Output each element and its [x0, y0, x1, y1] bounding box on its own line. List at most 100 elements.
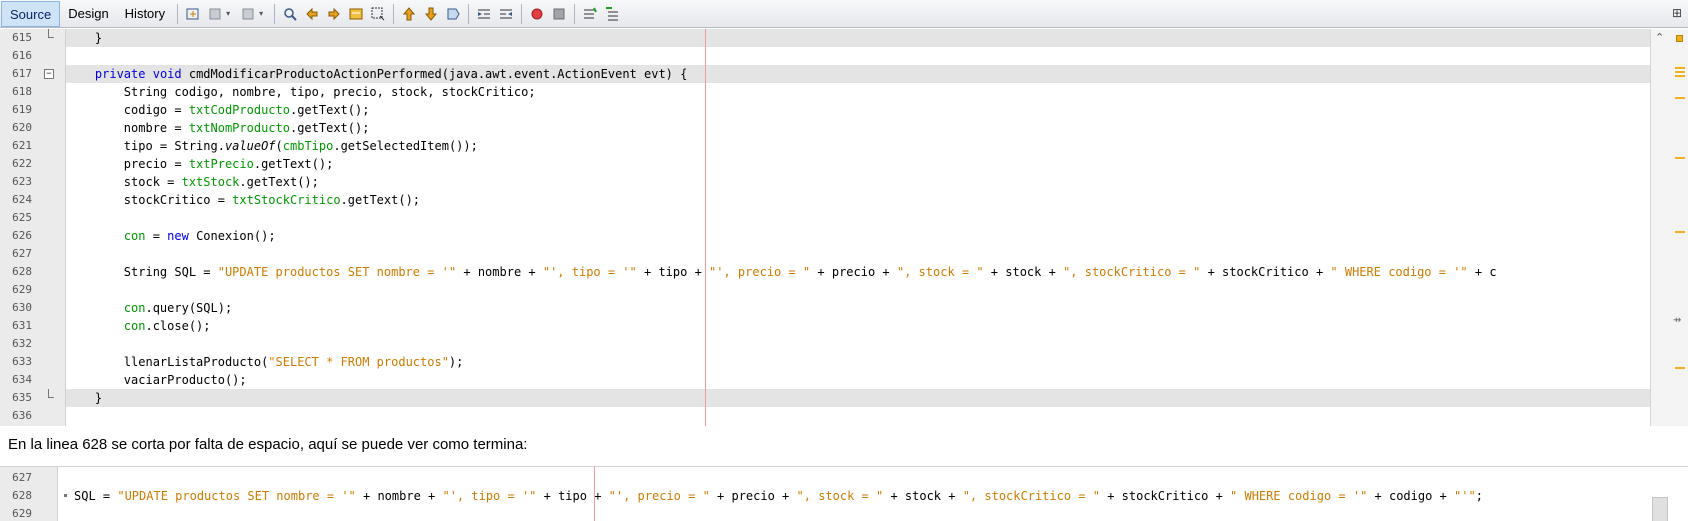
line-number: 628	[12, 489, 32, 502]
line-number: 618	[12, 85, 32, 98]
tab-history[interactable]: History	[117, 1, 173, 27]
code-text: String codigo, nombre, tipo, precio, sto…	[66, 85, 536, 99]
line-number: 633	[12, 355, 32, 368]
shift-right-icon[interactable]	[497, 5, 515, 23]
warning-marker[interactable]	[1675, 75, 1685, 77]
toggle-highlight-icon[interactable]	[347, 5, 365, 23]
code-line[interactable]: 627	[0, 469, 1688, 487]
code-line[interactable]: 623 stock = txtStock.getText();	[0, 173, 1688, 191]
warning-marker[interactable]	[1675, 157, 1685, 159]
current-line-highlight	[66, 389, 1650, 407]
code-text: private void cmdModificarProductoActionP…	[94, 67, 688, 81]
find-previous-icon[interactable]	[303, 5, 321, 23]
scroll-up-icon[interactable]: ⌃	[1655, 31, 1664, 44]
maximize-window-icon[interactable]: ⊞	[1672, 6, 1682, 20]
line-number: 617	[12, 67, 32, 80]
back-icon[interactable]	[206, 5, 224, 23]
code-text: nombre = txtNomProducto.getText();	[66, 121, 370, 135]
tab-source[interactable]: Source	[1, 0, 61, 27]
find-next-icon[interactable]	[325, 5, 343, 23]
code-text: stockCritico = txtStockCritico.getText()…	[66, 193, 421, 207]
code-line[interactable]: 627	[0, 245, 1688, 263]
warning-marker[interactable]	[1675, 97, 1685, 99]
line-number: 630	[12, 301, 32, 314]
toggle-bookmark-icon[interactable]	[444, 5, 462, 23]
code-text: con.close();	[123, 319, 211, 333]
warning-marker[interactable]	[1675, 71, 1685, 73]
code-text: con.query(SQL);	[123, 301, 233, 315]
code-line[interactable]: 619 codigo = txtCodProducto.getText();	[0, 101, 1688, 119]
code-line[interactable]: 631 con.close();	[0, 317, 1688, 335]
code-editor[interactable]: 615 } 616 617 − private void cmdModificarPr…	[0, 29, 1688, 426]
uncomment-icon[interactable]	[603, 5, 621, 23]
code-text: tipo = String.valueOf(cmbTipo.getSelecte…	[66, 139, 478, 153]
code-line[interactable]: 622 precio = txtPrecio.getText();	[0, 155, 1688, 173]
line-number: 635	[12, 391, 32, 404]
start-macro-icon[interactable]	[528, 5, 546, 23]
shift-left-icon[interactable]	[475, 5, 493, 23]
fold-collapse-icon[interactable]: −	[44, 69, 54, 79]
toolbar-separator	[521, 3, 523, 24]
code-line[interactable]: 615 }	[0, 29, 1688, 47]
code-text: }	[66, 391, 103, 405]
code-text: String SQL = "UPDATE productos SET nombr…	[66, 265, 1497, 279]
code-line[interactable]: 629	[0, 281, 1688, 299]
code-line[interactable]: 616	[0, 47, 1688, 65]
code-line[interactable]: 629	[0, 505, 1688, 521]
code-line[interactable]: 630 con.query(SQL);	[0, 299, 1688, 317]
warning-marker[interactable]	[1675, 67, 1685, 69]
warning-marker[interactable]	[1675, 367, 1685, 369]
line-number: 631	[12, 319, 32, 332]
last-edit-icon[interactable]	[184, 5, 202, 23]
editor-toolbar: Source Design History ▾ ▾ ⊞	[0, 0, 1688, 28]
scrollbar-thumb[interactable]	[1652, 497, 1668, 521]
code-line[interactable]: 625	[0, 209, 1688, 227]
next-bookmark-icon[interactable]	[422, 5, 440, 23]
line-number: 636	[12, 409, 32, 422]
code-editor-snippet[interactable]: 627 628 SQL = "UPDATE productos SET nombre…	[0, 466, 1688, 521]
code-text: con = new Conexion();	[123, 229, 276, 243]
code-line[interactable]: 624 stockCritico = txtStockCritico.getTe…	[0, 191, 1688, 209]
code-line[interactable]: 618 String codigo, nombre, tipo, precio,…	[0, 83, 1688, 101]
code-line[interactable]: 628 SQL = "UPDATE productos SET nombre = …	[0, 487, 1688, 505]
code-line[interactable]: 634 vaciarProducto();	[0, 371, 1688, 389]
code-line[interactable]: 617 − private void cmdModificarProductoAc…	[0, 65, 1688, 83]
error-stripe[interactable]: ⌃ ⇸	[1650, 29, 1688, 426]
line-number: 621	[12, 139, 32, 152]
tab-design[interactable]: Design	[60, 1, 116, 27]
line-number: 626	[12, 229, 32, 242]
code-line[interactable]: 635 }	[0, 389, 1688, 407]
code-line[interactable]: 620 nombre = txtNomProducto.getText();	[0, 119, 1688, 137]
rectangular-selection-icon[interactable]	[369, 5, 387, 23]
comment-icon[interactable]	[581, 5, 599, 23]
line-number: 625	[12, 211, 32, 224]
code-line[interactable]: 626 con = new Conexion();	[0, 227, 1688, 245]
warning-marker[interactable]	[1675, 231, 1685, 233]
forward-dropdown-icon[interactable]: ▾	[259, 9, 267, 18]
code-line[interactable]: 632	[0, 335, 1688, 353]
line-number: 629	[12, 283, 32, 296]
code-line[interactable]: 636	[0, 407, 1688, 425]
find-selection-icon[interactable]	[281, 5, 299, 23]
line-number: 619	[12, 103, 32, 116]
current-line-highlight	[66, 29, 1650, 47]
code-text: }	[66, 31, 103, 45]
code-text: codigo = txtCodProducto.getText();	[66, 103, 370, 117]
code-line[interactable]: 628 String SQL = "UPDATE productos SET n…	[0, 263, 1688, 281]
line-number: 627	[12, 471, 32, 484]
line-number: 624	[12, 193, 32, 206]
warning-summary-icon[interactable]	[1676, 35, 1683, 42]
toolbar-separator	[468, 3, 470, 24]
forward-icon[interactable]	[239, 5, 257, 23]
back-dropdown-icon[interactable]: ▾	[226, 9, 234, 18]
code-line[interactable]: 621 tipo = String.valueOf(cmbTipo.getSel…	[0, 137, 1688, 155]
line-number: 628	[12, 265, 32, 278]
continuation-dot-icon	[64, 494, 67, 497]
caret-position-icon: ⇸	[1673, 315, 1682, 326]
fold-end-icon	[48, 389, 54, 398]
previous-bookmark-icon[interactable]	[400, 5, 418, 23]
toolbar-separator	[274, 3, 276, 24]
stop-macro-icon[interactable]	[550, 5, 568, 23]
code-line[interactable]: 633 llenarListaProducto("SELECT * FROM p…	[0, 353, 1688, 371]
line-number: 615	[12, 31, 32, 44]
